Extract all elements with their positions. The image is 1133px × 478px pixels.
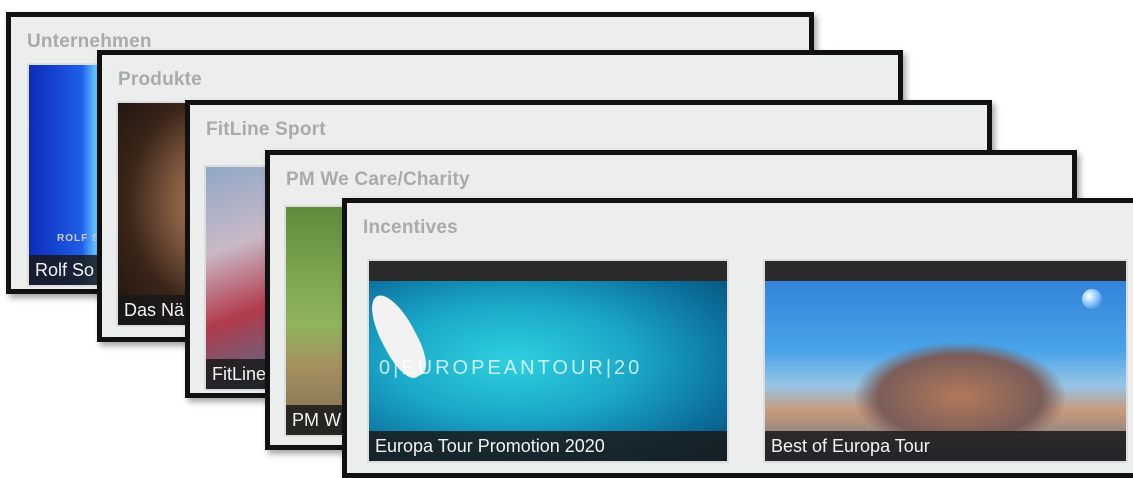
channel-logo-icon bbox=[1082, 289, 1102, 309]
video-thumbnail-europa-tour-promotion[interactable]: 0|EUROPEANTOUR|20 Europa Tour Promotion … bbox=[367, 259, 729, 463]
video-thumbnail-best-of-europa-tour[interactable]: Best of Europa Tour bbox=[763, 259, 1128, 463]
thumbnail-top-bar bbox=[765, 261, 1126, 281]
thumbnail-overlay-text: 0|EUROPEANTOUR|20 bbox=[379, 357, 643, 379]
thumbnail-overlay-text: ROLF S bbox=[57, 233, 100, 244]
video-caption: Europa Tour Promotion 2020 bbox=[369, 431, 727, 461]
category-title: PM We Care/Charity bbox=[286, 169, 470, 190]
thumbnail-top-bar bbox=[369, 261, 727, 281]
crowd-on-boat-image bbox=[855, 343, 1065, 433]
video-caption: Best of Europa Tour bbox=[765, 431, 1126, 461]
category-title: Produkte bbox=[118, 69, 202, 90]
category-title: Incentives bbox=[363, 217, 458, 238]
category-card-incentives[interactable]: Incentives 0|EUROPEANTOUR|20 Europa Tour… bbox=[342, 198, 1133, 478]
category-title: FitLine Sport bbox=[206, 119, 326, 140]
